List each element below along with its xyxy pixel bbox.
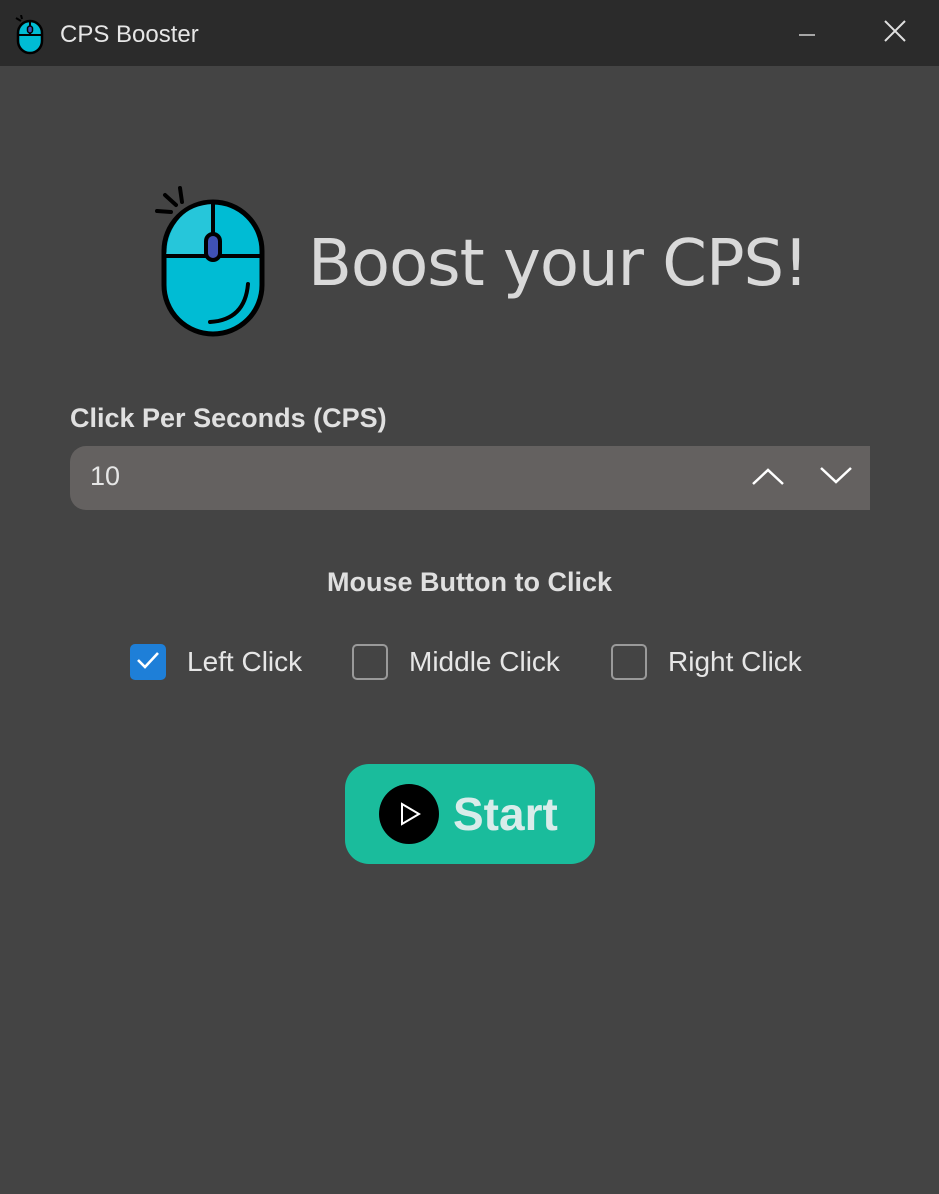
title-bar: CPS Booster: [0, 0, 939, 66]
hero-title: Boost your CPS!: [308, 227, 809, 301]
mouse-button-label: Mouse Button to Click: [327, 567, 612, 597]
close-button[interactable]: [860, 0, 930, 66]
checkbox-checked[interactable]: [130, 644, 166, 680]
cps-increment-button[interactable]: [740, 454, 796, 502]
cps-label: Click Per Seconds (CPS): [70, 403, 387, 433]
chevron-down-icon: [819, 466, 853, 491]
right-click-label: Right Click: [668, 646, 802, 677]
window-title: CPS Booster: [60, 21, 199, 48]
check-icon: [135, 649, 161, 676]
app-window: CPS Booster Boost your CPS! Click Per Se…: [0, 0, 939, 1194]
minimize-icon: [797, 24, 817, 42]
cps-decrement-button[interactable]: [808, 454, 864, 502]
left-click-label: Left Click: [187, 646, 303, 677]
checkbox-unchecked[interactable]: [352, 644, 388, 680]
middle-click-checkbox[interactable]: Middle Click: [352, 642, 560, 682]
mouse-icon: [14, 14, 46, 55]
mouse-click-icon: [150, 182, 268, 340]
start-button[interactable]: Start: [345, 764, 595, 864]
right-click-checkbox[interactable]: Right Click: [611, 642, 802, 682]
chevron-up-icon: [751, 466, 785, 491]
cps-value-input[interactable]: 10: [90, 446, 120, 510]
checkbox-unchecked[interactable]: [611, 644, 647, 680]
start-label: Start: [453, 788, 558, 840]
left-click-checkbox[interactable]: Left Click: [130, 642, 302, 682]
close-icon: [883, 19, 907, 48]
minimize-button[interactable]: [772, 0, 842, 66]
cps-spinbox[interactable]: 10: [70, 446, 870, 510]
middle-click-label: Middle Click: [409, 646, 560, 677]
play-icon: [379, 784, 439, 844]
